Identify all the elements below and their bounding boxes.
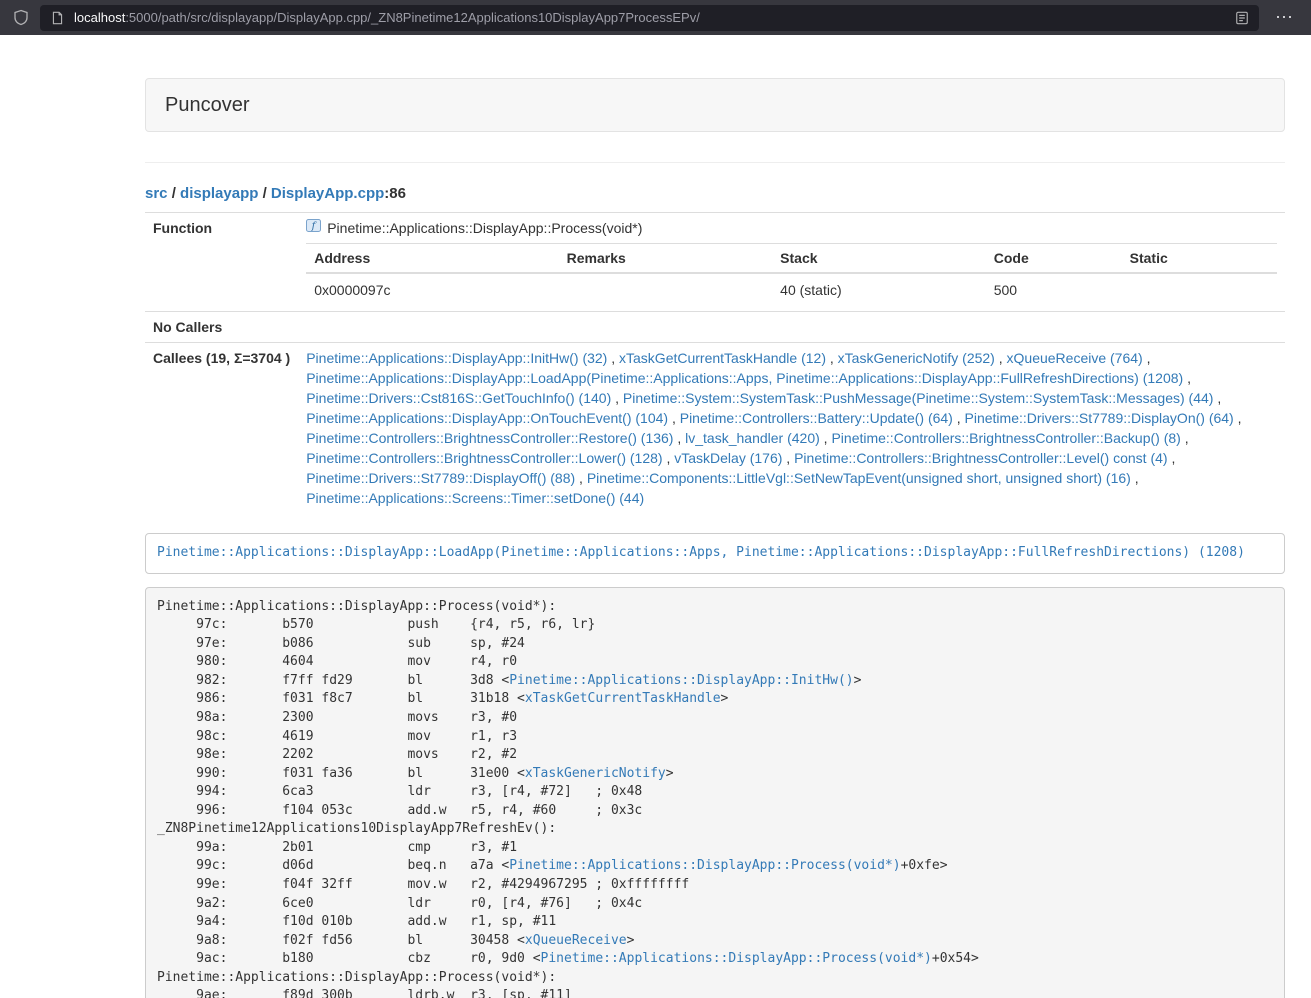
overflow-menu-icon[interactable]: ⋯: [1267, 0, 1301, 35]
callee-link[interactable]: lv_task_handler (420): [685, 430, 820, 446]
breadcrumb-link[interactable]: displayapp: [180, 185, 258, 202]
breadcrumb-link[interactable]: src: [145, 185, 168, 202]
breadcrumb-link[interactable]: DisplayApp.cpp: [271, 185, 384, 202]
column-header: Stack: [772, 244, 986, 274]
callee-link[interactable]: Pinetime::Controllers::BrightnessControl…: [794, 450, 1167, 466]
callee-link[interactable]: Pinetime::Controllers::Battery::Update()…: [680, 410, 953, 426]
breadcrumb-line-number: :86: [384, 185, 406, 202]
symbol-table: Function f Pinetime::Applications::Displ…: [145, 212, 1285, 513]
no-callers-cell: [298, 312, 1285, 343]
code-value: 500: [986, 273, 1122, 306]
callees-row: Callees (19, Σ=3704 ) Pinetime::Applicat…: [145, 343, 1285, 514]
callees-label: Callees (19, Σ=3704 ): [145, 343, 298, 514]
symbol-columns-row: AddressRemarksStackCodeStatic: [306, 244, 1277, 274]
highlighted-callee-box: Pinetime::Applications::DisplayApp::Load…: [145, 533, 1285, 574]
stack-value: 40 (static): [772, 273, 986, 306]
highlighted-callee-link[interactable]: Pinetime::Applications::DisplayApp::Load…: [157, 545, 1245, 560]
url-bar[interactable]: localhost:5000/path/src/displayapp/Displ…: [40, 5, 1259, 31]
column-header: Code: [986, 244, 1122, 274]
disassembly-symbol-link[interactable]: Pinetime::Applications::DisplayApp::Proc…: [541, 951, 932, 966]
callee-link[interactable]: Pinetime::Controllers::BrightnessControl…: [306, 430, 673, 446]
disassembly: Pinetime::Applications::DisplayApp::Proc…: [145, 587, 1285, 998]
callee-link[interactable]: xTaskGenericNotify (252): [838, 350, 995, 366]
page-container: Puncover src / displayapp / DisplayApp.c…: [145, 78, 1285, 998]
disassembly-symbol-link[interactable]: xQueueReceive: [525, 933, 627, 948]
app-title: Puncover: [165, 94, 250, 116]
remarks-value: [559, 273, 773, 306]
symbol-metrics-table: AddressRemarksStackCodeStatic 0x0000097c…: [306, 243, 1277, 306]
no-callers-row: No Callers: [145, 312, 1285, 343]
callee-link[interactable]: Pinetime::Applications::DisplayApp::Init…: [306, 350, 607, 366]
callee-link[interactable]: Pinetime::Drivers::St7789::DisplayOff() …: [306, 470, 575, 486]
static-value: [1122, 273, 1277, 306]
callee-link[interactable]: Pinetime::Applications::DisplayApp::Load…: [306, 370, 1183, 386]
callee-link[interactable]: Pinetime::Components::LittleVgl::SetNewT…: [587, 470, 1131, 486]
function-name: Pinetime::Applications::DisplayApp::Proc…: [327, 218, 642, 238]
column-header: Static: [1122, 244, 1277, 274]
divider: [145, 162, 1285, 163]
tracking-protection-shield-icon[interactable]: [10, 7, 32, 29]
callee-link[interactable]: xTaskGetCurrentTaskHandle (12): [619, 350, 826, 366]
callees-cell: Pinetime::Applications::DisplayApp::Init…: [298, 343, 1285, 514]
column-header: Address: [306, 244, 558, 274]
symbol-values-row: 0x0000097c 40 (static) 500: [306, 273, 1277, 306]
function-row: Function f Pinetime::Applications::Displ…: [145, 213, 1285, 312]
callee-link[interactable]: Pinetime::Controllers::BrightnessControl…: [831, 430, 1180, 446]
reader-view-icon[interactable]: [1231, 7, 1253, 29]
callee-link[interactable]: xQueueReceive (764): [1007, 350, 1143, 366]
function-row-label: Function: [145, 213, 298, 312]
address-value: 0x0000097c: [306, 273, 558, 306]
app-title-panel: Puncover: [145, 78, 1285, 132]
callee-link[interactable]: Pinetime::System::SystemTask::PushMessag…: [623, 390, 1214, 406]
url-path: :5000/path/src/displayapp/DisplayApp.cpp…: [125, 10, 700, 25]
column-header: Remarks: [559, 244, 773, 274]
callee-link[interactable]: Pinetime::Applications::Screens::Timer::…: [306, 490, 644, 506]
no-callers-label: No Callers: [145, 312, 298, 343]
function-type-icon: f: [306, 218, 321, 238]
url-host: localhost: [74, 10, 125, 25]
disassembly-symbol-link[interactable]: xTaskGenericNotify: [525, 766, 666, 781]
page-info-icon[interactable]: [46, 7, 68, 29]
callee-link[interactable]: Pinetime::Controllers::BrightnessControl…: [306, 450, 662, 466]
callee-link[interactable]: Pinetime::Drivers::Cst816S::GetTouchInfo…: [306, 390, 611, 406]
url-text: localhost:5000/path/src/displayapp/Displ…: [74, 10, 1225, 25]
callee-link[interactable]: Pinetime::Drivers::St7789::DisplayOn() (…: [965, 410, 1234, 426]
callee-link[interactable]: vTaskDelay (176): [674, 450, 782, 466]
function-cell: f Pinetime::Applications::DisplayApp::Pr…: [298, 213, 1285, 312]
breadcrumb: src / displayapp / DisplayApp.cpp:86: [145, 184, 1285, 204]
callee-link[interactable]: Pinetime::Applications::DisplayApp::OnTo…: [306, 410, 668, 426]
disassembly-symbol-link[interactable]: xTaskGetCurrentTaskHandle: [525, 691, 721, 706]
disassembly-symbol-link[interactable]: Pinetime::Applications::DisplayApp::Init…: [509, 673, 853, 688]
browser-toolbar: localhost:5000/path/src/displayapp/Displ…: [0, 0, 1311, 35]
disassembly-symbol-link[interactable]: Pinetime::Applications::DisplayApp::Proc…: [509, 858, 900, 873]
